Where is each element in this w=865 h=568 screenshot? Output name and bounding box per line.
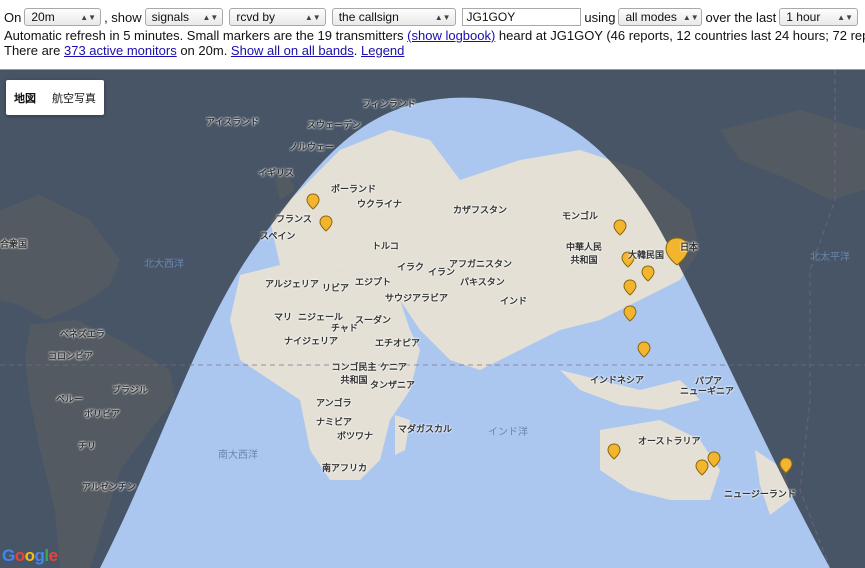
country-label: ナミビア <box>316 417 353 427</box>
country-label: タンザニア <box>370 380 416 390</box>
band-value: 20m <box>31 10 55 24</box>
country-label: 大韓民国 <box>628 250 665 260</box>
country-label: ナイジェリア <box>284 336 339 346</box>
show-logbook-link[interactable]: (show logbook) <box>407 28 495 43</box>
show-all-bands-link[interactable]: Show all on all bands <box>231 43 354 58</box>
select-arrow-icon: ▲▼ <box>80 12 97 22</box>
report-summary-text: heard at JG1GOY (46 reports, 12 countrie… <box>495 28 865 43</box>
country-label: フィンランド <box>362 99 416 109</box>
country-label: アイスランド <box>206 117 260 127</box>
country-label: アンゴラ <box>316 398 352 408</box>
country-label: 中華人民共和国 <box>565 242 602 265</box>
ocean-label: インド洋 <box>488 427 528 438</box>
callsign-input[interactable]: JG1GOY <box>461 8 582 26</box>
show-value: signals <box>151 10 190 24</box>
map-type-map-button[interactable]: 地図 <box>6 80 44 115</box>
on-label: On <box>4 9 22 25</box>
select-arrow-icon: ▲▼ <box>202 12 219 22</box>
country-label: 合衆国 <box>0 239 28 249</box>
country-label: ボツワナ <box>337 431 374 441</box>
band-select[interactable]: 20m ▲▼ <box>24 8 102 26</box>
modes-value: all modes <box>625 10 677 24</box>
select-arrow-icon: ▲▼ <box>304 12 321 22</box>
country-label: ボリビア <box>84 409 121 419</box>
active-monitors-link[interactable]: 373 active monitors <box>64 43 177 58</box>
country-label: リビア <box>322 283 350 293</box>
modes-select[interactable]: all modes ▲▼ <box>618 8 703 26</box>
show-select[interactable]: signals ▲▼ <box>144 8 224 26</box>
period-select[interactable]: 1 hour ▲▼ <box>779 8 858 26</box>
country-label: イギリス <box>258 168 295 178</box>
over-label: over the last <box>705 9 777 25</box>
country-label: イラク <box>397 262 425 272</box>
country-label: アフガニスタン <box>449 259 513 269</box>
country-label: アルゼンチン <box>82 482 136 492</box>
country-label: ポーランド <box>331 184 377 194</box>
show-label: , show <box>104 9 142 25</box>
country-label: ニューギニア <box>680 386 735 396</box>
country-label: チャド <box>331 323 358 333</box>
query-controls: On 20m ▲▼ , show signals ▲▼ rcvd by ▲▼ the … <box>0 0 865 68</box>
country-label: パキスタン <box>460 277 505 287</box>
country-label: 南アフリカ <box>322 463 368 473</box>
country-label: エチオピア <box>375 338 421 348</box>
country-label: マリ <box>274 312 293 322</box>
target-select[interactable]: the callsign ▲▼ <box>331 8 456 26</box>
country-label: コロンビア <box>48 351 94 361</box>
ocean-label: 南大西洋 <box>218 450 258 461</box>
country-label: サウジアラビア <box>385 293 449 303</box>
legend-link[interactable]: Legend <box>361 43 404 58</box>
country-label: スペイン <box>260 231 296 241</box>
country-label: エジプト <box>355 277 392 287</box>
country-label: モンゴル <box>562 211 599 221</box>
ocean-label: 北太平洋 <box>810 252 850 263</box>
country-label: アルジェリア <box>265 279 319 289</box>
direction-value: rcvd by <box>236 10 276 24</box>
world-map[interactable]: 地図 航空写真 北大西洋 北太平洋 南大西洋 インド洋 フィンランド スウェーデ… <box>0 69 865 568</box>
country-label: トルコ <box>372 241 399 251</box>
direction-select[interactable]: rcvd by ▲▼ <box>229 8 326 26</box>
monitors-info: There are 373 active monitors on 20m. Sh… <box>4 43 861 58</box>
using-label: using <box>584 9 616 25</box>
country-label: ペルー <box>56 394 84 404</box>
google-logo: Google <box>2 546 58 565</box>
country-label: ノルウェー <box>289 142 335 152</box>
country-label: オーストラリア <box>638 436 701 446</box>
country-label: ブラジル <box>112 385 148 395</box>
refresh-info: Automatic refresh in 5 minutes. Small ma… <box>4 28 865 43</box>
map-type-control: 地図 航空写真 <box>6 80 104 115</box>
separator-text: . <box>353 43 362 58</box>
country-label: インドネシア <box>590 375 645 385</box>
country-label: フランス <box>276 214 312 224</box>
country-label: マダガスカル <box>398 424 453 434</box>
country-label: カザフスタン <box>453 205 508 215</box>
select-arrow-icon: ▲▼ <box>837 12 853 22</box>
country-label: 日本 <box>680 242 699 252</box>
ocean-label: 北大西洋 <box>144 259 184 270</box>
target-value: the callsign <box>338 10 399 24</box>
map-type-satellite-button[interactable]: 航空写真 <box>44 80 104 115</box>
country-label: インド <box>500 296 528 306</box>
country-label: ケニア <box>380 362 408 372</box>
country-label: ウクライナ <box>357 199 402 209</box>
period-value: 1 hour <box>786 10 821 24</box>
country-label: ニュージーランド <box>724 489 796 499</box>
refresh-text: Automatic refresh in 5 minutes. Small ma… <box>4 28 408 43</box>
country-label: ベネズエラ <box>60 329 106 339</box>
country-label: チリ <box>78 441 97 451</box>
monitors-band-text: on 20m. <box>176 43 231 58</box>
monitors-prefix: There are <box>4 43 64 58</box>
select-arrow-icon: ▲▼ <box>434 12 451 22</box>
country-label: スーダン <box>355 315 392 325</box>
select-arrow-icon: ▲▼ <box>682 12 699 22</box>
country-label: スウェーデン <box>307 120 362 130</box>
